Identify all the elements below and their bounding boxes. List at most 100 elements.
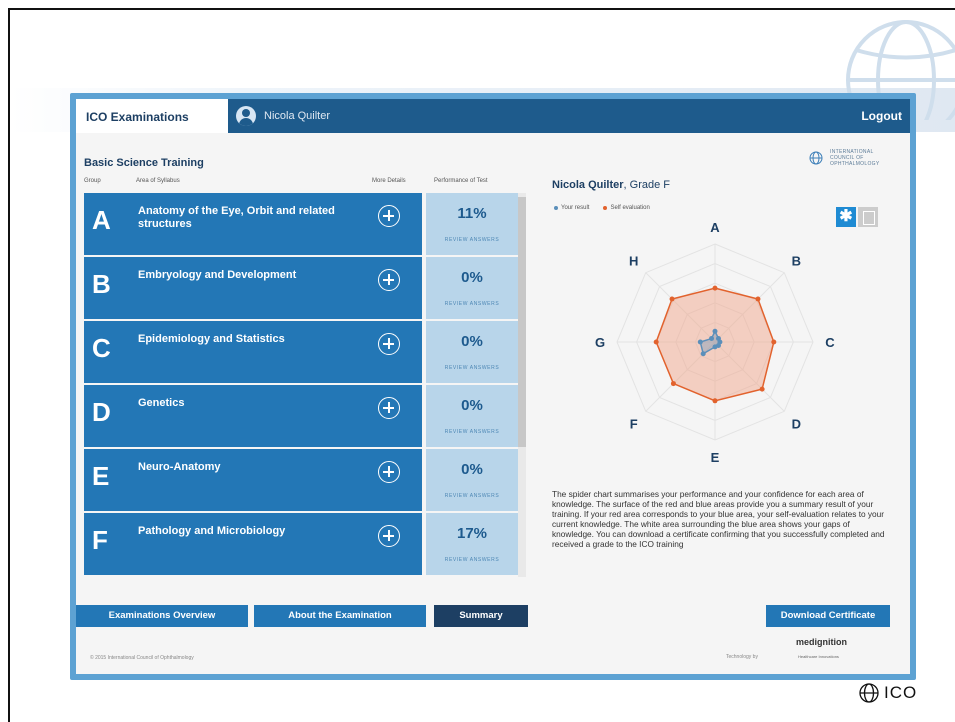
list-scrollbar[interactable] (518, 193, 526, 577)
review-answers-link[interactable]: REVIEW ANSWERS (426, 365, 518, 371)
radar-point (670, 381, 676, 387)
performance-percent: 0% (461, 269, 483, 286)
ico-logo: INTERNATIONAL COUNCIL OF OPHTHALMOLOGY (808, 149, 898, 167)
syllabus-area[interactable]: C Epidemiology and Statistics (84, 321, 422, 383)
radar-point (653, 339, 659, 345)
chart-description: The spider chart summarises your perform… (552, 489, 885, 549)
legend-item-self: Self evaluation (603, 205, 650, 211)
radar-axis-label: E (711, 450, 720, 465)
student-name: Nicola Quilter (552, 179, 624, 191)
syllabus-row: E Neuro-Anatomy 0% REVIEW ANSWERS (84, 449, 524, 511)
group-letter: A (92, 205, 111, 235)
app-window: ICO Examinations Nicola Quilter Logout B… (70, 93, 916, 680)
more-details-icon[interactable] (378, 333, 400, 355)
ico-wordmark: ICO (884, 683, 918, 702)
radar-axis-label: C (825, 335, 835, 350)
performance-percent: 17% (456, 525, 488, 542)
radar-point (712, 344, 718, 350)
more-details-icon[interactable] (378, 205, 400, 227)
review-answers-link[interactable]: REVIEW ANSWERS (426, 301, 518, 307)
legend-label-self: Self evaluation (610, 205, 650, 211)
more-details-icon[interactable] (378, 397, 400, 419)
user-menu[interactable]: Nicola Quilter (236, 99, 330, 133)
area-name: Neuro-Anatomy (138, 461, 221, 473)
performance-percent: 0% (461, 333, 483, 350)
area-name: Genetics (138, 397, 185, 409)
medignition-tagline: Healthcare Innovations (798, 654, 839, 659)
legend-dot-self (603, 206, 608, 210)
spider-chart: A B C D E F G H (595, 220, 835, 465)
area-name: Embryology and Development (138, 269, 297, 281)
column-header-group: Group (84, 178, 101, 184)
more-details-icon[interactable] (378, 525, 400, 547)
syllabus-area[interactable]: F Pathology and Microbiology (84, 513, 422, 575)
chart-legend: Your result Self evaluation (554, 205, 650, 211)
radar-point (712, 398, 718, 404)
performance-cell: 0% REVIEW ANSWERS (426, 257, 518, 319)
radar-point (709, 336, 715, 342)
syllabus-area[interactable]: D Genetics (84, 385, 422, 447)
area-name: Epidemiology and Statistics (138, 333, 285, 345)
syllabus-row: C Epidemiology and Statistics 0% REVIEW … (84, 321, 524, 383)
column-header-details: More Details (372, 178, 406, 184)
syllabus-list: A Anatomy of the Eye, Orbit and related … (84, 193, 524, 577)
column-header-area: Area of Syllabus (136, 178, 180, 184)
performance-cell: 17% REVIEW ANSWERS (426, 513, 518, 575)
group-letter: B (92, 269, 111, 299)
syllabus-area[interactable]: B Embryology and Development (84, 257, 422, 319)
performance-percent: 0% (461, 461, 483, 478)
summary-button[interactable]: Summary (434, 605, 528, 627)
top-bar: ICO Examinations Nicola Quilter Logout (76, 99, 910, 133)
download-certificate-button[interactable]: Download Certificate (766, 605, 890, 627)
slide-border-top (8, 8, 955, 10)
radar-point (697, 339, 703, 345)
syllabus-area[interactable]: E Neuro-Anatomy (84, 449, 422, 511)
tab-ico-examinations[interactable]: ICO Examinations (76, 99, 228, 133)
radar-point (700, 351, 706, 357)
performance-cell: 0% REVIEW ANSWERS (426, 449, 518, 511)
legend-item-result: Your result (554, 205, 589, 211)
syllabus-row: F Pathology and Microbiology 17% REVIEW … (84, 513, 524, 575)
review-answers-link[interactable]: REVIEW ANSWERS (426, 493, 518, 499)
radar-point (669, 296, 675, 302)
performance-percent: 0% (461, 397, 483, 414)
radar-axis-label: G (595, 335, 605, 350)
syllabus-row: B Embryology and Development 0% REVIEW A… (84, 257, 524, 319)
group-letter: F (92, 525, 108, 555)
group-letter: C (92, 333, 111, 363)
group-letter: D (92, 397, 111, 427)
more-details-icon[interactable] (378, 269, 400, 291)
syllabus-row: D Genetics 0% REVIEW ANSWERS (84, 385, 524, 447)
syllabus-row: A Anatomy of the Eye, Orbit and related … (84, 193, 524, 255)
performance-percent: 11% (457, 205, 487, 222)
syllabus-area[interactable]: A Anatomy of the Eye, Orbit and related … (84, 193, 422, 255)
copyright-text: © 2015 International Council of Ophthalm… (90, 655, 194, 661)
examinations-overview-button[interactable]: Examinations Overview (76, 605, 248, 627)
performance-cell: 11% REVIEW ANSWERS (426, 193, 518, 255)
performance-cell: 0% REVIEW ANSWERS (426, 321, 518, 383)
scrollbar-thumb[interactable] (518, 197, 526, 447)
ico-globe-icon (859, 683, 879, 703)
radar-point (712, 328, 718, 334)
radar-axis-label: B (792, 254, 801, 269)
radar-point (759, 386, 765, 392)
legend-dot-result (554, 206, 558, 210)
logout-link[interactable]: Logout (861, 109, 902, 123)
radar-point (712, 285, 718, 291)
radar-point (771, 339, 777, 345)
about-examination-button[interactable]: About the Examination (254, 605, 426, 627)
review-answers-link[interactable]: REVIEW ANSWERS (426, 429, 518, 435)
performance-cell: 0% REVIEW ANSWERS (426, 385, 518, 447)
review-answers-link[interactable]: REVIEW ANSWERS (426, 557, 518, 563)
radar-axis-label: A (710, 220, 720, 235)
student-grade: , Grade F (623, 179, 670, 191)
user-name: Nicola Quilter (264, 110, 331, 122)
review-answers-link[interactable]: REVIEW ANSWERS (426, 237, 518, 243)
page-title: Basic Science Training (84, 157, 204, 169)
group-letter: E (92, 461, 110, 491)
area-name: Anatomy of the Eye, Orbit and related st… (138, 205, 335, 230)
more-details-icon[interactable] (378, 461, 400, 483)
column-header-performance: Performance of Test (434, 178, 488, 184)
technology-by-label: Technology by (726, 654, 758, 660)
ico-globe-icon (809, 151, 823, 165)
